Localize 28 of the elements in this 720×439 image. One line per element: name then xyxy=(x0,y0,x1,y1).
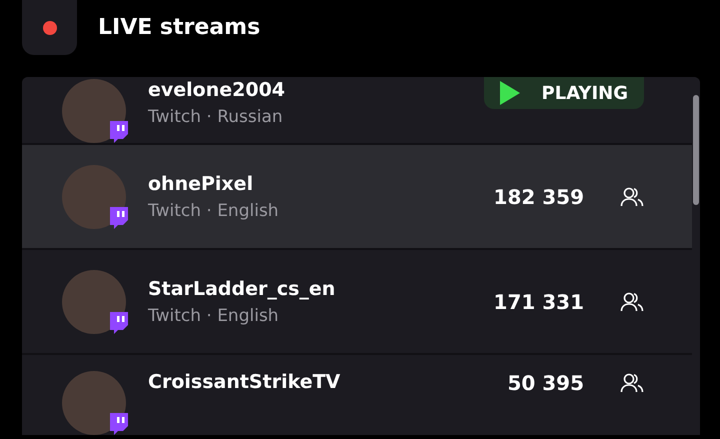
streamer-name: evelone2004 xyxy=(148,79,286,101)
stream-row[interactable]: evelone2004 Twitch · Russian PLAYING xyxy=(22,77,692,143)
playing-status: PLAYING xyxy=(542,82,628,104)
stream-row[interactable]: ohnePixel Twitch · English 182 359 xyxy=(22,145,692,248)
record-button[interactable] xyxy=(22,0,77,55)
streamer-name: StarLadder_cs_en xyxy=(148,278,336,300)
viewers-icon xyxy=(620,290,644,314)
viewers-icon xyxy=(620,184,644,208)
page-title: LIVE streams xyxy=(98,15,260,40)
twitch-icon xyxy=(108,119,130,143)
record-icon xyxy=(42,20,56,34)
play-icon xyxy=(500,81,520,105)
streamer-name: CroissantStrikeTV xyxy=(148,371,342,393)
viewer-count: 50 395 xyxy=(507,371,584,395)
stream-row[interactable]: CroissantStrikeTV 50 395 xyxy=(22,355,692,435)
stream-row[interactable]: StarLadder_cs_en Twitch · English 171 331 xyxy=(22,250,692,353)
twitch-icon xyxy=(108,204,130,228)
viewer-count: 171 331 xyxy=(494,290,584,314)
viewers-icon xyxy=(620,371,644,395)
platform-language: Twitch · Russian xyxy=(148,107,284,127)
viewer-count: 182 359 xyxy=(494,184,584,208)
streamer-name: ohnePixel xyxy=(148,172,254,194)
platform-language: Twitch · English xyxy=(148,306,280,326)
scrollbar-thumb[interactable] xyxy=(693,95,699,205)
avatar xyxy=(62,79,126,143)
twitch-icon xyxy=(108,411,130,435)
platform-language: Twitch · English xyxy=(148,200,280,220)
twitch-icon xyxy=(108,310,130,334)
